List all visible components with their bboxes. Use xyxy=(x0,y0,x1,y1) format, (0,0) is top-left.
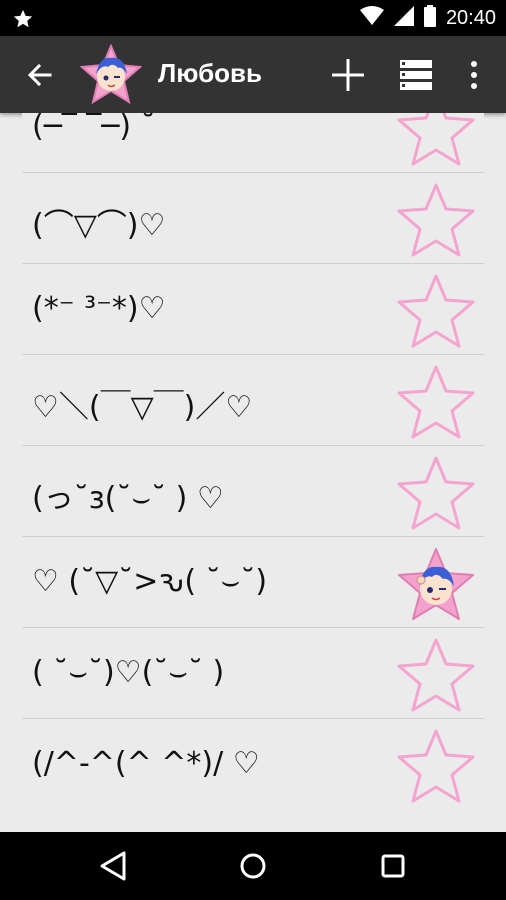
status-time: 20:40 xyxy=(445,6,496,29)
emoticon-text: (─‾ ‾─) ˘ xyxy=(32,113,156,144)
list-item[interactable]: (─‾ ‾─) ˘ xyxy=(22,113,484,173)
favorite-star-outline-icon[interactable] xyxy=(396,273,476,349)
navigation-bar xyxy=(0,832,506,900)
list-item[interactable]: ♡ (˘▽˘>ԅ( ˘⌣˘) xyxy=(22,538,484,628)
emoticon-text: ♡＼(￣▽￣)／♡ xyxy=(32,390,253,425)
battery-icon xyxy=(423,5,436,31)
list-view-icon[interactable] xyxy=(398,58,434,92)
list-item[interactable]: (*⁻ ³⁻*)♡ xyxy=(22,265,484,355)
page-title: Любовь xyxy=(158,58,263,88)
emoticon-text: ( ˘⌣˘)♡(˘⌣˘ ) xyxy=(32,655,225,690)
category-avatar xyxy=(79,43,143,106)
back-triangle-icon[interactable] xyxy=(96,848,132,884)
add-icon[interactable] xyxy=(330,57,366,93)
list-item[interactable]: (⌒▽⌒)♡ xyxy=(22,174,484,264)
emoticon-text: (/^-^(^ ^*)/ ♡ xyxy=(32,746,260,781)
emoticon-list: (─‾ ‾─) ˘ (⌒▽⌒)♡ (*⁻ ³⁻*)♡ ♡＼(￣▽￣)／♡ (っ˘… xyxy=(22,113,484,831)
emoticon-text: (*⁻ ³⁻*)♡ xyxy=(32,291,166,326)
wifi-icon xyxy=(359,6,384,30)
list-item[interactable]: ♡＼(￣▽￣)／♡ xyxy=(22,356,484,446)
list-item[interactable]: ( ˘⌣˘)♡(˘⌣˘ ) xyxy=(22,629,484,719)
emoticon-text: (⌒▽⌒)♡ xyxy=(32,208,166,243)
emoticon-text: (っ˘з(˘⌣˘ ) ♡ xyxy=(32,481,224,516)
favorite-star-outline-icon[interactable] xyxy=(396,455,476,531)
recents-square-icon[interactable] xyxy=(375,848,411,884)
list-item[interactable]: (/^-^(^ ^*)/ ♡ xyxy=(22,720,484,810)
favorite-star-outline-icon[interactable] xyxy=(396,364,476,440)
status-bar: 20:40 xyxy=(0,0,506,36)
favorite-star-outline-icon[interactable] xyxy=(396,113,476,167)
app-bar: Любовь xyxy=(0,36,506,113)
favorite-star-outline-icon[interactable] xyxy=(396,637,476,713)
favorite-star-filled-icon[interactable] xyxy=(396,546,476,622)
list-item[interactable]: (っ˘з(˘⌣˘ ) ♡ xyxy=(22,447,484,537)
emoticon-text: ♡ (˘▽˘>ԅ( ˘⌣˘) xyxy=(32,564,268,599)
notification-star-icon xyxy=(12,8,34,34)
favorite-star-outline-icon[interactable] xyxy=(396,728,476,804)
more-vert-icon[interactable] xyxy=(466,58,482,92)
signal-icon xyxy=(393,6,414,30)
home-circle-icon[interactable] xyxy=(235,848,271,884)
back-arrow-icon[interactable] xyxy=(24,59,56,91)
favorite-star-outline-icon[interactable] xyxy=(396,182,476,258)
